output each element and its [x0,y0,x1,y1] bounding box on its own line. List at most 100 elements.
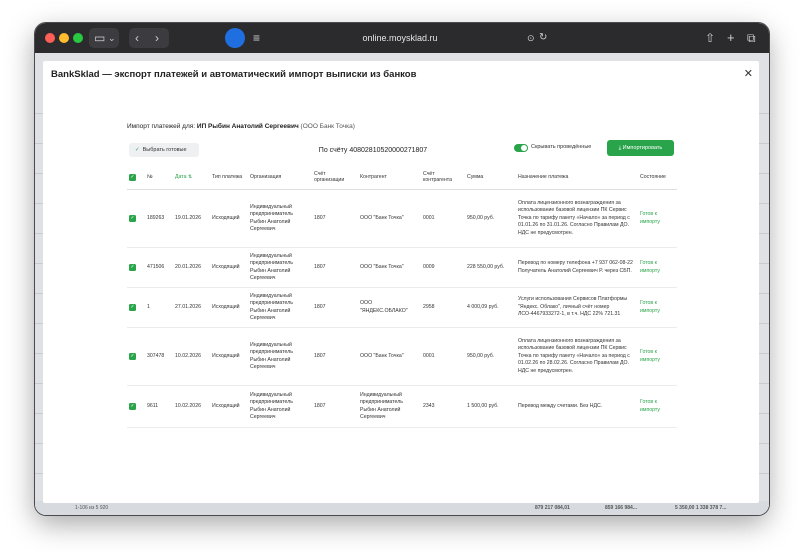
row-checkbox[interactable]: ✓ [127,287,145,328]
back-icon[interactable]: ‹ [135,30,139,46]
account-line: По счёту 40802810520000271807 [318,147,428,154]
select-ready-button[interactable]: ✓ Выбрать готовые [129,143,199,157]
cell-num: 307478 [145,327,173,386]
sidebar-icon: ▭ [94,31,106,45]
close-icon[interactable]: ✕ [744,67,753,80]
tabs-overview-icon[interactable]: ⧉ [747,30,756,46]
hide-processed-toggle[interactable] [514,144,528,152]
cell-status: Готов к импорту [638,247,677,288]
col-header[interactable]: № [145,165,173,190]
col-header-date[interactable]: Дата ⇅ [173,165,210,190]
cell-status: Готов к импорту [638,385,677,428]
cell-status: Готов к импорту [638,189,677,248]
cell-org-acct: 1807 [312,327,358,386]
table-row[interactable]: ✓ 9611 10.02.2026 Исходящий Индивидуальн… [127,385,677,428]
footer-total: 879 217 084,01 [535,505,570,511]
cell-date: 10.02.2026 [173,385,210,428]
col-header[interactable]: Тип платежа [210,165,248,190]
sort-icon: ⇅ [187,174,193,180]
cell-num: 189263 [145,189,173,248]
import-button[interactable]: ⤓ Импортировать [607,140,674,156]
maximize-window-button[interactable] [73,33,83,43]
row-checkbox[interactable]: ✓ [127,385,145,428]
cell-type: Исходящий [210,385,248,428]
cell-org-acct: 1807 [312,385,358,428]
translate-icon[interactable]: ⊙ [527,30,535,46]
footer-total: 5 350,00 1 338 378 7... [675,505,727,511]
cell-org-acct: 1807 [312,189,358,248]
cell-status: Готов к импорту [638,287,677,328]
sidebar-toggle-button[interactable]: ▭ ⌄ [89,28,119,48]
cell-type: Исходящий [210,189,248,248]
browser-window: ▭ ⌄ ‹ › ≡ online.moysklad.ru ⊙ ↻ ⇧ + ⧉ 1… [34,22,770,516]
table-row[interactable]: ✓ 471506 20.01.2026 Исходящий Индивидуал… [127,247,677,288]
check-icon: ✓ [135,147,140,153]
row-checkbox[interactable]: ✓ [127,327,145,386]
reload-icon[interactable]: ↻ [539,30,547,46]
cell-purpose: Оплата лицензионного вознаграждения за и… [516,189,638,248]
cell-contr-acct: 0001 [421,189,465,248]
col-header[interactable]: Контрагент [358,165,421,190]
page-settings-icon[interactable]: ≡ [253,30,260,46]
cell-contr: ООО "Банк Точка" [358,327,421,386]
payments-table: ✓ № Дата ⇅ Тип платежа Организация Счёт … [127,165,677,428]
address-bar[interactable]: online.moysklad.ru [275,29,525,47]
import-subtitle: Импорт платежей для: ИП Рыбин Анатолий С… [127,123,355,130]
cell-contr: ООО "ЯНДЕКС.ОБЛАКО" [358,287,421,328]
select-all-checkbox[interactable]: ✓ [127,165,145,190]
company-name: ИП Рыбин Анатолий Сергеевич [196,123,299,130]
modal-title: BankSklad — экспорт платежей и автоматич… [51,69,417,80]
table-header-row: ✓ № Дата ⇅ Тип платежа Организация Счёт … [127,165,677,190]
new-tab-icon[interactable]: + [727,30,735,46]
row-checkbox[interactable]: ✓ [127,247,145,288]
import-label: Импорт платежей для: [127,123,196,130]
cell-org: Индивидуальный предприниматель Рыбин Ана… [248,327,312,386]
col-header[interactable]: Счёт контрагента [421,165,465,190]
cell-num: 471506 [145,247,173,288]
footer-total: 859 166 984... [605,505,637,511]
cell-org: Индивидуальный предприниматель Рыбин Ана… [248,189,312,248]
navigation-buttons: ‹ › [129,28,169,48]
cell-purpose: Оплата лицензионного вознаграждения за и… [516,327,638,386]
pagination-text: 1-106 из 5 920 [75,505,109,511]
check-icon: ✓ [129,214,136,222]
table-row[interactable]: ✓ 307478 10.02.2026 Исходящий Индивидуал… [127,327,677,386]
cell-contr-acct: 0001 [421,327,465,386]
table-row[interactable]: ✓ 189263 19.01.2026 Исходящий Индивидуал… [127,189,677,248]
row-checkbox[interactable]: ✓ [127,189,145,248]
col-header-date-label: Дата [175,174,187,180]
col-header[interactable]: Назначение платежа [516,165,638,190]
minimize-window-button[interactable] [59,33,69,43]
table-row[interactable]: ✓ 1 27.01.2026 Исходящий Индивидуальный … [127,287,677,328]
check-icon: ✓ [129,303,136,311]
cell-contr: Индивидуальный предприниматель Рыбин Ана… [358,385,421,428]
share-icon[interactable]: ⇧ [705,30,715,46]
cell-num: 1 [145,287,173,328]
chevron-down-icon: ⌄ [108,33,116,43]
select-ready-label: Выбрать готовые [142,147,187,153]
col-header[interactable]: Сумма [465,165,516,190]
cell-org: Индивидуальный предприниматель Рыбин Ана… [248,287,312,328]
cell-purpose: Перевод по номеру телефона +7 937 062-08… [516,247,638,288]
cell-date: 10.02.2026 [173,327,210,386]
cell-sum: 1 500,00 руб. [465,385,516,428]
close-window-button[interactable] [45,33,55,43]
background-footer: 1-106 из 5 920 879 217 084,01 859 166 98… [35,501,769,515]
cell-org-acct: 1807 [312,247,358,288]
cell-contr-acct: 0009 [421,247,465,288]
check-icon: ✓ [129,173,136,181]
col-header[interactable]: Счёт организации [312,165,358,190]
bank-name: (ООО Банк Точка) [300,123,355,130]
cell-sum: 228 550,00 руб. [465,247,516,288]
forward-icon[interactable]: › [155,30,159,46]
hide-processed-label: Скрывать проведённые [531,144,592,150]
browser-titlebar: ▭ ⌄ ‹ › ≡ online.moysklad.ru ⊙ ↻ ⇧ + ⧉ [35,23,769,53]
extension-icon[interactable] [225,28,245,48]
col-header[interactable]: Состояние [638,165,677,190]
cell-org: Индивидуальный предприниматель Рыбин Ана… [248,385,312,428]
cell-contr: ООО "Банк Точка" [358,189,421,248]
cell-org: Индивидуальный предприниматель Рыбин Ана… [248,247,312,288]
col-header[interactable]: Организация [248,165,312,190]
cell-contr: ООО "Банк Точка" [358,247,421,288]
check-icon: ✓ [129,352,136,360]
